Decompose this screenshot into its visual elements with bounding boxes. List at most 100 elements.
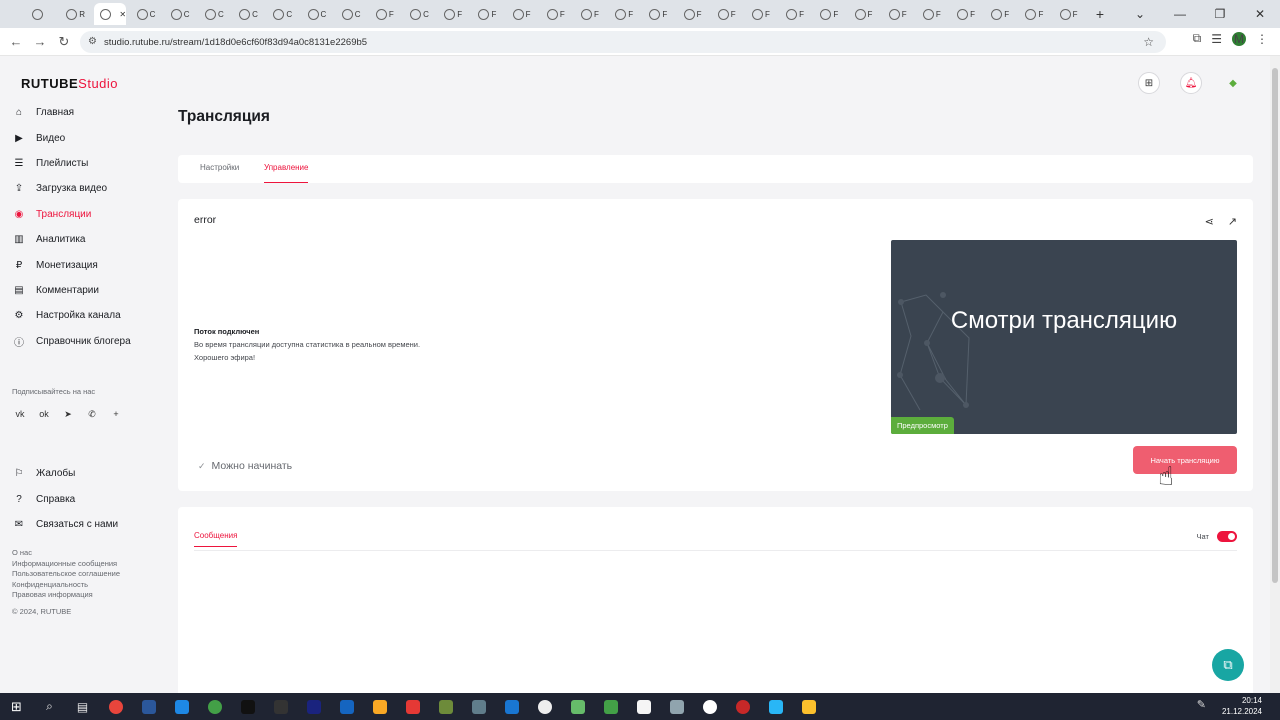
sidebar-item[interactable]: ⚙ Настройка канала xyxy=(0,303,150,328)
sidebar-item[interactable]: ▤ Комментарии xyxy=(0,278,150,303)
android-icon[interactable] xyxy=(561,693,594,720)
app-icon-2[interactable] xyxy=(264,693,297,720)
sidebar-item[interactable]: ☰ Плейлисты xyxy=(0,151,150,176)
profile-avatar[interactable]: M xyxy=(1232,31,1246,46)
telegram-icon[interactable]: ➤ xyxy=(60,406,76,422)
app-icon-9[interactable] xyxy=(792,693,825,720)
app-icon-6[interactable] xyxy=(660,693,693,720)
sidebar-item[interactable]: ▥ Аналитика xyxy=(0,227,150,252)
bookmark-star-icon[interactable]: ☆ xyxy=(1143,35,1154,49)
browser-tab[interactable]: F xyxy=(849,3,879,25)
forward-icon[interactable]: → xyxy=(28,34,52,49)
browser-tab[interactable]: F xyxy=(678,3,708,25)
android-icon-2[interactable] xyxy=(594,693,627,720)
browser-tab[interactable]: R xyxy=(60,3,90,25)
add-video-button[interactable]: ⊞ xyxy=(1138,72,1160,94)
scrollbar-thumb[interactable] xyxy=(1272,68,1278,583)
footer-link[interactable]: О нас xyxy=(12,548,120,559)
browser-tab[interactable]: C xyxy=(336,3,366,25)
browser-tab[interactable]: F xyxy=(1054,3,1084,25)
browser-tab[interactable]: ✕ xyxy=(94,3,127,25)
file-icon[interactable] xyxy=(627,693,660,720)
browser-tab[interactable]: F xyxy=(609,3,639,25)
minimize-icon[interactable]: — xyxy=(1160,7,1200,21)
app-icon[interactable] xyxy=(165,693,198,720)
site-info-icon[interactable]: ⚙ xyxy=(88,36,97,47)
minecraft-icon[interactable] xyxy=(429,693,462,720)
browser-tab[interactable]: F xyxy=(883,3,913,25)
browser-tab[interactable]: F xyxy=(746,3,776,25)
browser-tab[interactable]: C xyxy=(131,3,161,25)
app-icon-4[interactable] xyxy=(495,693,528,720)
system-clock[interactable]: 20:14 21.12.2024 xyxy=(1222,695,1262,717)
browser-tab[interactable]: C xyxy=(302,3,332,25)
browser-tab[interactable]: F xyxy=(951,3,981,25)
browser-tab[interactable]: C xyxy=(404,3,434,25)
calculator-icon[interactable] xyxy=(462,693,495,720)
sidebar-item[interactable]: ✉ Связаться с нами xyxy=(0,512,150,537)
browser-tab[interactable]: F xyxy=(370,3,400,25)
app-icon-5[interactable] xyxy=(528,693,561,720)
footer-link[interactable]: Пользовательское соглашение xyxy=(12,569,120,580)
windows-start-icon[interactable]: ⊞ xyxy=(0,693,33,720)
chrome-taskbar-icon[interactable] xyxy=(99,693,132,720)
tab-messages[interactable]: Сообщения xyxy=(194,531,238,547)
viber-icon[interactable]: ✆ xyxy=(84,406,100,422)
tab-settings[interactable]: Настройки xyxy=(200,163,239,183)
menu-icon[interactable]: ⋮ xyxy=(1256,32,1268,46)
shield-icon[interactable] xyxy=(330,693,363,720)
browser-tab[interactable]: F xyxy=(712,3,742,25)
rutube-studio-logo[interactable]: RUTUBEStudio xyxy=(21,76,118,91)
external-link-icon[interactable]: ↗ xyxy=(1228,215,1237,228)
page-scrollbar[interactable] xyxy=(1270,56,1280,693)
reload-icon[interactable]: ↻ xyxy=(52,34,76,50)
search-icon[interactable]: ⌕ xyxy=(33,693,66,720)
task-view-icon[interactable]: ▤ xyxy=(66,693,99,720)
chat-toggle[interactable] xyxy=(1217,531,1237,542)
sidebar-item[interactable]: ▶ Видео xyxy=(0,125,150,150)
vk-icon[interactable]: vk xyxy=(12,406,28,422)
whatsapp-icon[interactable] xyxy=(198,693,231,720)
new-tab-button[interactable]: + xyxy=(1096,6,1104,22)
close-icon[interactable]: ✕ xyxy=(1240,7,1280,21)
ok-icon[interactable]: ok xyxy=(36,406,52,422)
sidebar-item[interactable]: ⌂ Главная xyxy=(0,100,150,125)
app-icon-3[interactable] xyxy=(297,693,330,720)
browser-tab[interactable]: F xyxy=(472,3,502,25)
more-icon[interactable]: + xyxy=(108,406,124,422)
browser-tab[interactable]: F xyxy=(438,3,468,25)
app-icon-8[interactable] xyxy=(759,693,792,720)
extensions-icon[interactable]: ⧉ xyxy=(1193,31,1202,46)
url-bar[interactable]: ⚙ studio.rutube.ru/stream/1d18d0e6cf60f8… xyxy=(80,31,1166,53)
tiktok-icon[interactable] xyxy=(231,693,264,720)
back-icon[interactable]: ← xyxy=(4,34,28,49)
reading-list-icon[interactable]: ☰ xyxy=(1211,32,1222,46)
browser-tab[interactable]: C xyxy=(165,3,195,25)
sidebar-item[interactable]: ⇪ Загрузка видео xyxy=(0,176,150,201)
browser-tab[interactable]: F xyxy=(541,3,571,25)
browser-tab[interactable]: C xyxy=(233,3,263,25)
browser-tab[interactable]: F xyxy=(814,3,844,25)
close-tab-icon[interactable]: ✕ xyxy=(119,10,126,19)
yandex-icon[interactable] xyxy=(396,693,429,720)
notifications-button[interactable]: 🔔︎ xyxy=(1180,72,1202,94)
footer-link[interactable]: Конфиденциальность xyxy=(12,580,120,591)
share-icon[interactable]: ⋖ xyxy=(1205,215,1214,228)
start-stream-button[interactable]: Начать трансляцию xyxy=(1133,446,1237,474)
yandex-browser-icon[interactable] xyxy=(693,693,726,720)
chevron-down-icon[interactable]: ⌄ xyxy=(1120,7,1160,21)
sidebar-item[interactable]: ◉ Трансляции xyxy=(0,202,150,227)
sidebar-item[interactable]: ⓘ Справочник блогера xyxy=(0,329,150,354)
browser-tab[interactable]: F xyxy=(643,3,673,25)
browser-tab[interactable]: C xyxy=(267,3,297,25)
browser-tab[interactable]: F xyxy=(575,3,605,25)
footer-link[interactable]: Правовая информация xyxy=(12,590,120,601)
footer-link[interactable]: Информационные сообщения xyxy=(12,559,120,570)
pen-icon[interactable]: ✎ xyxy=(1197,698,1206,711)
stream-preview[interactable]: Смотри трансляцию Предпросмотр xyxy=(891,240,1237,434)
tab-management[interactable]: Управление xyxy=(264,163,309,183)
browser-tab[interactable]: F xyxy=(780,3,810,25)
browser-tab[interactable]: C xyxy=(199,3,229,25)
sidebar-item[interactable]: ₽ Монетизация xyxy=(0,252,150,277)
sidebar-item[interactable]: ? Справка xyxy=(0,486,150,511)
